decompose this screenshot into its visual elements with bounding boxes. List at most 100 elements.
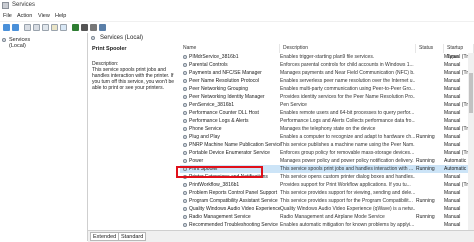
pause-service-icon[interactable] [90, 24, 97, 31]
show-hide-console-tree-icon[interactable] [24, 24, 31, 31]
properties-icon[interactable] [33, 24, 40, 31]
tab-standard[interactable]: Standard [118, 232, 147, 241]
service-name-cell: Peer Networking Identity Manager [189, 94, 265, 100]
table-row[interactable]: Portable Device Enumerator Service Enforc… [180, 149, 474, 157]
service-status-cell: Running [416, 158, 435, 164]
service-description-cell: This service publishes a machine name us… [280, 142, 415, 148]
gear-icon [183, 119, 187, 123]
table-row[interactable]: PrintWorkflow_3816b1 Provides support for… [180, 181, 474, 189]
service-status-cell: Running [416, 134, 435, 140]
service-name-cell: Radio Management Service [189, 214, 251, 220]
pane-header-title: Services (Local) [100, 35, 144, 41]
service-name-cell: Quality Windows Audio Video Experience [189, 206, 281, 212]
table-row[interactable]: PenService_3816b1 Pen Service Manual (Tri [180, 101, 474, 109]
gear-icon [183, 63, 187, 67]
gear-icon [183, 223, 187, 227]
service-name-cell: PenService_3816b1 [189, 102, 235, 108]
service-status-cell: Running [416, 198, 435, 204]
service-name-cell: Recommended Troubleshooting Service [189, 222, 278, 228]
description-pane: Print Spooler Description: This service … [88, 44, 180, 230]
window-title: Services [12, 2, 36, 8]
gear-icon [183, 143, 187, 147]
gear-icon [91, 36, 95, 40]
column-header-startup-type[interactable]: Startup Type [444, 44, 474, 60]
start-service-icon[interactable] [72, 24, 79, 31]
column-header-name[interactable]: Name [180, 44, 280, 53]
tree-item-label: Services (Local) [9, 37, 31, 49]
table-row[interactable]: Performance Logs & Alerts Performance Log… [180, 117, 474, 125]
table-row[interactable]: Plug and Play Enables a computer to recog… [180, 133, 474, 141]
service-description-cell: Provides support for Print Workflow appl… [280, 182, 411, 188]
table-row[interactable]: PNRP Machine Name Publication Service Thi… [180, 141, 474, 149]
export-list-icon[interactable] [51, 24, 58, 31]
pane-header: Services (Local) [88, 33, 474, 43]
forward-arrow-icon[interactable] [12, 24, 19, 31]
service-description-cell: Pen Service [280, 102, 307, 108]
back-arrow-icon[interactable] [3, 24, 10, 31]
service-name-cell: Power [189, 158, 204, 164]
refresh-icon[interactable] [42, 24, 49, 31]
column-header-description[interactable]: Description [280, 44, 416, 53]
table-row[interactable]: Quality Windows Audio Video Experience Qu… [180, 205, 474, 213]
table-row[interactable]: Phone Service Manages the telephony state… [180, 125, 474, 133]
table-row[interactable]: Parental Controls Enforces parental contr… [180, 61, 474, 69]
scrollbar-thumb[interactable] [469, 73, 473, 113]
gear-icon [183, 87, 187, 91]
service-description-cell: Enables a computer to recognize and adap… [280, 134, 415, 140]
menu-view[interactable]: View [38, 13, 50, 19]
view-tabs: Extended Standard [88, 230, 474, 242]
service-description-cell: Radio Management and Airplane Mode Servi… [280, 214, 385, 220]
gear-icon [183, 55, 187, 59]
service-description-cell: Enforces group policy for removable mass… [280, 150, 415, 156]
table-row[interactable]: Payments and NFC/SE Manager Manages payme… [180, 69, 474, 77]
service-description-cell: Enables trigger-starting plan9 file serv… [280, 54, 375, 60]
tab-extended[interactable]: Extended [90, 232, 120, 241]
service-description-cell: Enables multi-party communication using … [280, 86, 415, 92]
table-row[interactable]: PIMdrService_3816b1 Enables trigger-start… [180, 53, 474, 61]
table-row[interactable]: Program Compatibility Assistant Service T… [180, 197, 474, 205]
table-row[interactable]: Peer Networking Identity Manager Provides… [180, 93, 474, 101]
help-icon[interactable] [60, 24, 67, 31]
gear-icon [183, 135, 187, 139]
menu-action[interactable]: Action [17, 13, 32, 19]
gear-icon [183, 151, 187, 155]
menu-file[interactable]: File [3, 13, 12, 19]
table-row[interactable]: Recommended Troubleshooting Service Enabl… [180, 221, 474, 229]
restart-service-icon[interactable] [99, 24, 106, 31]
gear-icon [183, 159, 187, 163]
service-description-cell: This service provides support for viewin… [280, 190, 415, 196]
service-description-cell: This service provides support for the Pr… [280, 198, 413, 204]
service-name-cell: Parental Controls [189, 62, 228, 68]
service-name-cell: Performance Logs & Alerts [189, 118, 249, 124]
service-name-cell: Program Compatibility Assistant Service [189, 198, 278, 204]
service-status-cell: Running [416, 166, 435, 172]
column-header-status[interactable]: Status [416, 44, 444, 53]
service-description-cell: Enables automatic mitigation for known p… [280, 222, 415, 228]
service-description-cell: Manages power policy and power policy no… [280, 158, 414, 164]
service-description-cell: This service spools print jobs and handl… [280, 166, 414, 172]
service-name-cell: Peer Name Resolution Protocol [189, 78, 260, 84]
highlight-box [176, 166, 263, 178]
table-row[interactable]: Radio Management Service Radio Management… [180, 213, 474, 221]
table-row[interactable]: Performance Counter DLL Host Enables remo… [180, 109, 474, 117]
gear-icon [183, 95, 187, 99]
service-name-cell: Performance Counter DLL Host [189, 110, 259, 116]
service-description-cell: This service opens custom printer dialog… [280, 174, 415, 180]
table-row[interactable]: Power Manages power policy and power poli… [180, 157, 474, 165]
service-name-cell: PIMdrService_3816b1 [189, 54, 239, 60]
title-bar: Services [0, 0, 474, 12]
vertical-scrollbar[interactable] [468, 53, 474, 230]
stop-service-icon[interactable] [81, 24, 88, 31]
gear-icon [183, 127, 187, 131]
service-name-cell: Problem Reports Control Panel Support [189, 190, 278, 196]
gear-icon [183, 71, 187, 75]
table-row[interactable]: Problem Reports Control Panel Support Thi… [180, 189, 474, 197]
service-description-cell: Enforces parental controls for child acc… [280, 62, 414, 68]
tree-item-services-local[interactable]: Services (Local) [2, 36, 47, 49]
table-row[interactable]: Peer Name Resolution Protocol Enables ser… [180, 77, 474, 85]
table-row[interactable]: Peer Networking Grouping Enables multi-pa… [180, 85, 474, 93]
gear-icon [183, 111, 187, 115]
gear-icon [183, 207, 187, 211]
services-list: Name Description Status Startup Type PIM… [180, 44, 474, 230]
menu-help[interactable]: Help [55, 13, 66, 19]
